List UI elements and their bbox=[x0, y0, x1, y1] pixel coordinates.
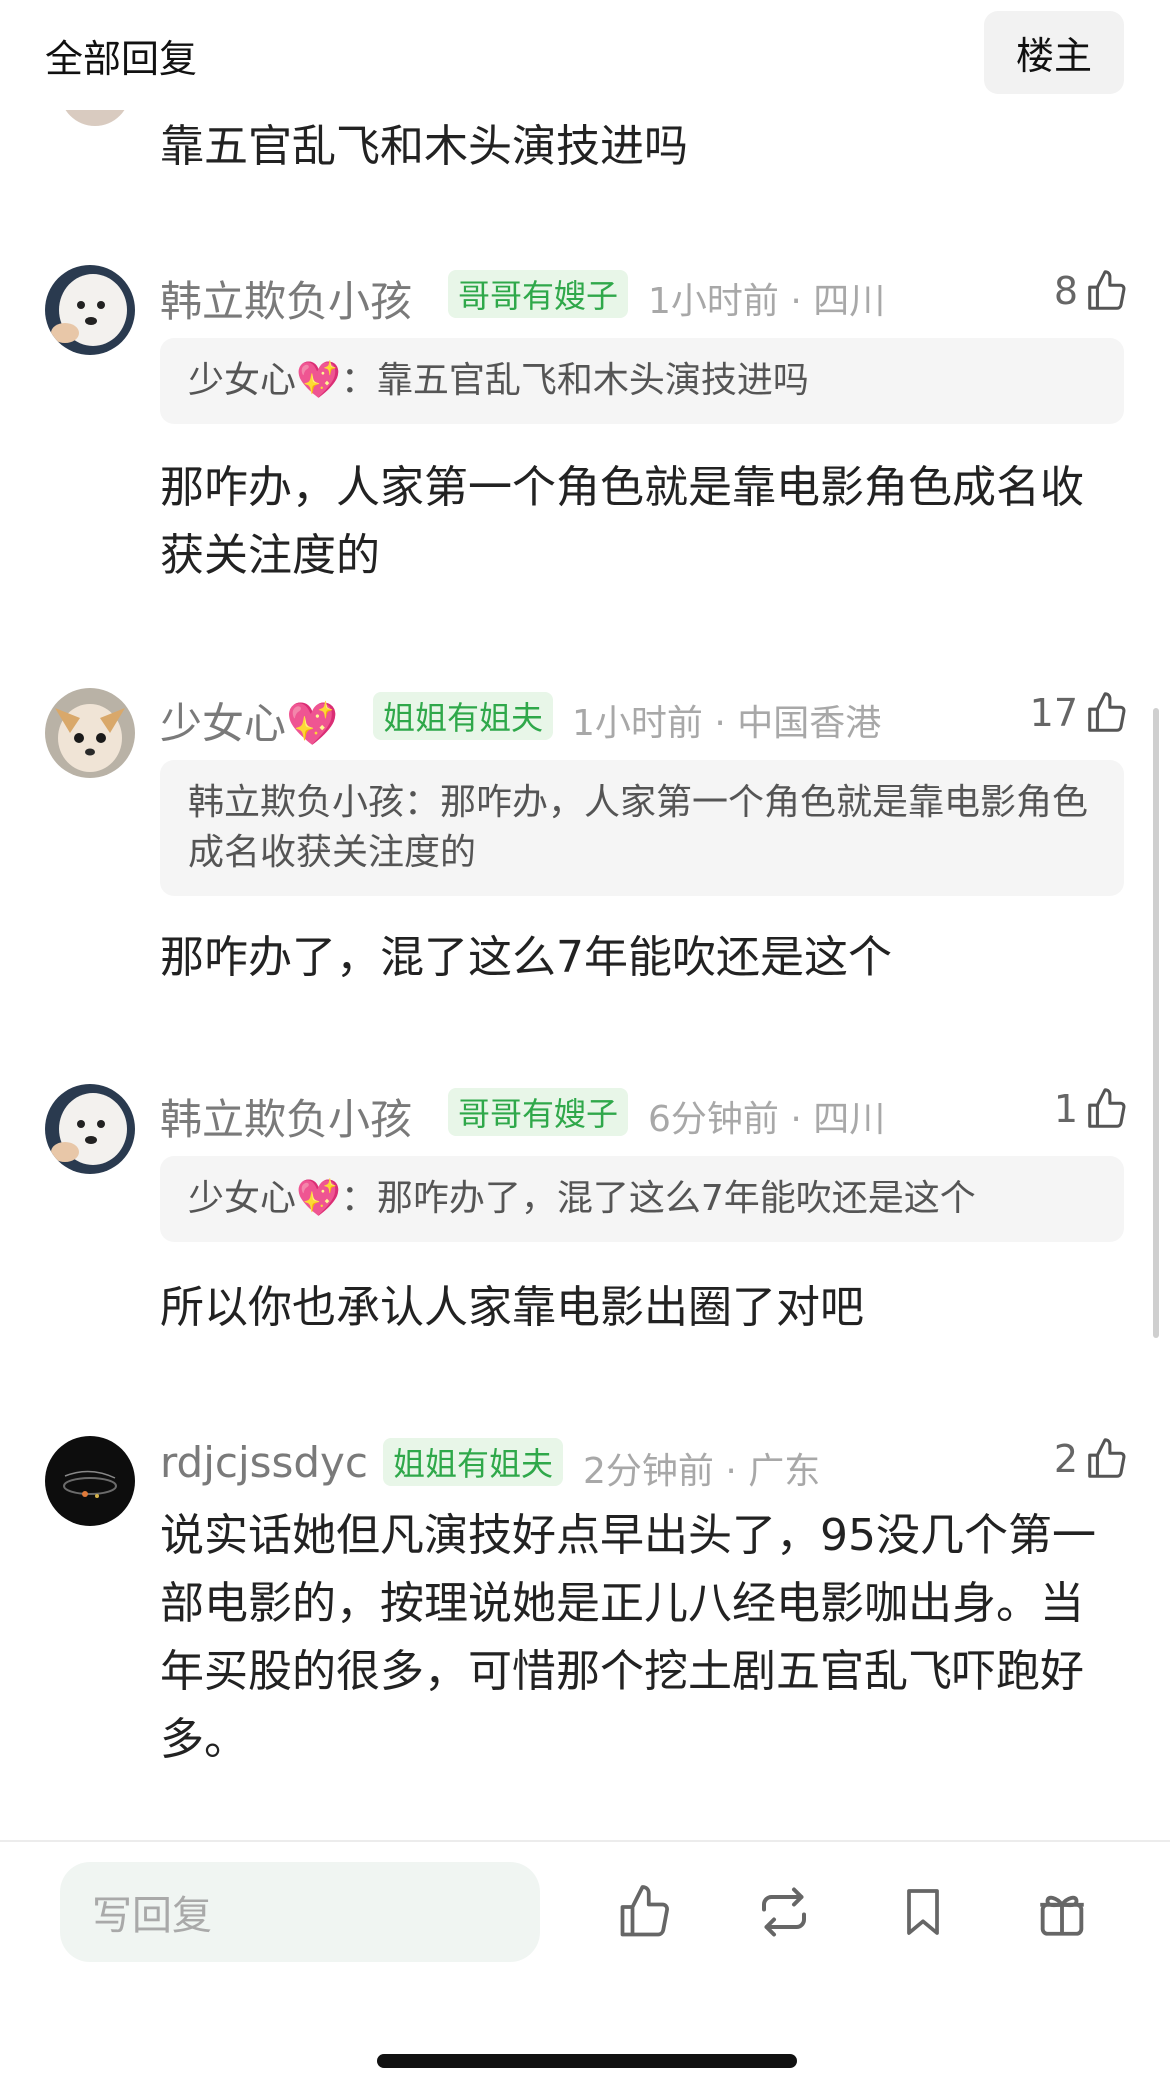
comment-meta: 6分钟前 · 四川 bbox=[648, 1099, 886, 1140]
avatar[interactable] bbox=[45, 1436, 135, 1526]
quote-author[interactable]: 少女心💖 bbox=[188, 1178, 341, 1219]
like-count: 8 bbox=[1053, 269, 1078, 313]
bookmark-icon[interactable] bbox=[893, 1882, 953, 1942]
home-indicator[interactable] bbox=[377, 2054, 797, 2068]
username[interactable]: rdjcjssdyc bbox=[160, 1438, 368, 1487]
thumbs-up-icon bbox=[1088, 692, 1126, 732]
status-badge: 姐姐有姐夫 bbox=[373, 692, 554, 740]
scrollbar[interactable] bbox=[1153, 708, 1159, 1338]
avatar[interactable] bbox=[45, 688, 135, 778]
like-count: 1 bbox=[1053, 1087, 1078, 1131]
like-count: 2 bbox=[1053, 1437, 1078, 1481]
owner-only-button[interactable]: 楼主 bbox=[984, 11, 1124, 94]
thumbs-up-icon[interactable] bbox=[615, 1882, 675, 1942]
quoted-reply: 少女心💖：靠五官乱飞和木头演技进吗 bbox=[160, 338, 1124, 424]
status-badge: 姐姐有姐夫 bbox=[383, 1438, 564, 1486]
comment-meta: 1小时前 · 中国香港 bbox=[572, 703, 882, 744]
gift-icon[interactable] bbox=[1032, 1882, 1092, 1942]
avatar[interactable] bbox=[45, 1084, 135, 1174]
quote-author[interactable]: 韩立欺负小孩 bbox=[188, 782, 404, 823]
like-button[interactable]: 8 bbox=[1054, 268, 1130, 314]
quote-text: ：靠五官乱飞和木头演技进吗 bbox=[340, 360, 809, 401]
comment-text: 说实话她但凡演技好点早出头了，95没几个第一部电影的，按理说她是正儿八经电影咖出… bbox=[160, 1510, 1096, 1765]
like-count: 17 bbox=[1029, 691, 1078, 735]
quote-author[interactable]: 少女心💖 bbox=[188, 360, 341, 401]
comment-meta: 2分钟前 · 广东 bbox=[583, 1451, 821, 1492]
thumbs-up-icon bbox=[1088, 1438, 1126, 1478]
status-badge: 哥哥有嫂子 bbox=[448, 270, 629, 318]
header: 全部回复 楼主 bbox=[0, 0, 1170, 110]
reply-input[interactable]: 写回复 bbox=[60, 1862, 540, 1962]
quoted-reply: 少女心💖：那咋办了，混了这么7年能吹还是这个 bbox=[160, 1156, 1124, 1242]
comment-text: 那咋办了，混了这么7年能吹还是这个 bbox=[160, 932, 892, 983]
like-button[interactable]: 2 bbox=[1054, 1436, 1130, 1482]
repost-icon[interactable] bbox=[754, 1882, 814, 1942]
username[interactable]: 少女心💖 bbox=[160, 690, 338, 751]
avatar[interactable] bbox=[45, 265, 135, 355]
page-title: 全部回复 bbox=[45, 37, 198, 81]
thumbs-up-icon bbox=[1088, 270, 1126, 310]
comment-meta: 1小时前 · 四川 bbox=[648, 281, 886, 322]
thumbs-up-icon bbox=[1088, 1088, 1126, 1128]
like-button[interactable]: 1 bbox=[1054, 1086, 1130, 1132]
comment-text: 那咋办，人家第一个角色就是靠电影角色成名收获关注度的 bbox=[160, 462, 1084, 581]
username[interactable]: 韩立欺负小孩 bbox=[160, 268, 412, 329]
status-badge: 哥哥有嫂子 bbox=[448, 1088, 629, 1136]
quote-text: ：那咋办了，混了这么7年能吹还是这个 bbox=[340, 1178, 976, 1219]
comment-text: 靠五官乱飞和木头演技进吗 bbox=[160, 121, 688, 172]
quoted-reply: 韩立欺负小孩：那咋办，人家第一个角色就是靠电影角色成名收获关注度的 bbox=[160, 760, 1124, 896]
username[interactable]: 韩立欺负小孩 bbox=[160, 1086, 412, 1147]
like-button[interactable]: 17 bbox=[1030, 690, 1130, 736]
comment-text: 所以你也承认人家靠电影出圈了对吧 bbox=[160, 1282, 864, 1333]
